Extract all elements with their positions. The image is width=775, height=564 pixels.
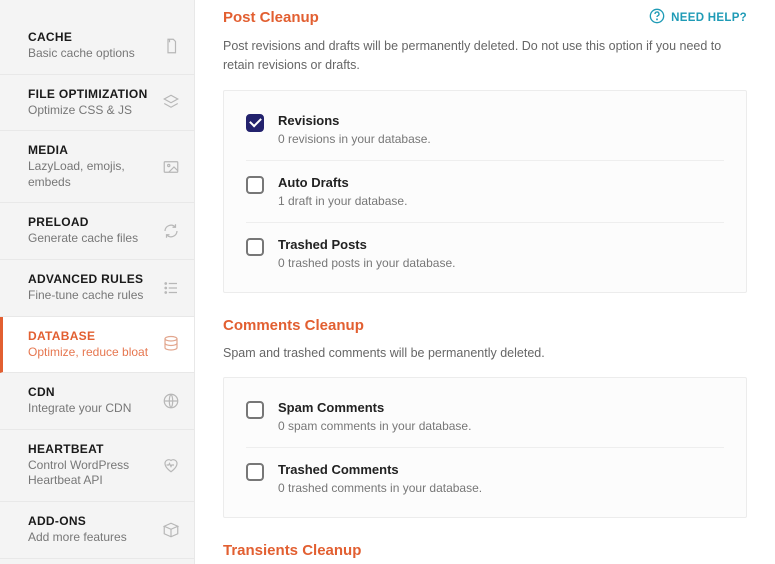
sidebar-item-sub: Control WordPress Heartbeat API xyxy=(28,458,154,489)
post-cleanup-hint: 1 draft in your database. xyxy=(278,194,724,208)
need-help-button[interactable]: NEED HELP? xyxy=(649,8,747,27)
sidebar-item-sub: LazyLoad, emojis, embeds xyxy=(28,159,154,190)
heartbeat-icon xyxy=(162,456,180,474)
sidebar: CACHE Basic cache options FILE OPTIMIZATIO… xyxy=(0,0,195,564)
comments-cleanup-row: Spam Comments 0 spam comments in your dat… xyxy=(246,386,724,448)
post-cleanup-checkbox[interactable] xyxy=(246,176,264,194)
sidebar-item-sub: Add more features xyxy=(28,530,154,546)
file-icon xyxy=(162,37,180,55)
database-icon xyxy=(162,335,180,353)
sidebar-item-sub: Generate cache files xyxy=(28,231,154,247)
sidebar-item-preload[interactable]: PRELOAD Generate cache files xyxy=(0,203,194,260)
post-cleanup-label: Auto Drafts xyxy=(278,175,724,190)
comments-cleanup-label: Trashed Comments xyxy=(278,462,724,477)
help-icon xyxy=(649,8,665,27)
post-cleanup-label: Revisions xyxy=(278,113,724,128)
sidebar-item-sub: Optimize, reduce bloat xyxy=(28,345,154,361)
comments-cleanup-label: Spam Comments xyxy=(278,400,724,415)
sidebar-item-add-ons[interactable]: ADD-ONS Add more features xyxy=(0,502,194,559)
post-cleanup-hint: 0 revisions in your database. xyxy=(278,132,724,146)
comments-cleanup-hint: 0 spam comments in your database. xyxy=(278,419,724,433)
post-cleanup-panel: Revisions 0 revisions in your database. Au… xyxy=(223,90,747,293)
comments-cleanup-desc: Spam and trashed comments will be perman… xyxy=(223,344,747,363)
comments-cleanup-title: Comments Cleanup xyxy=(223,317,747,334)
post-cleanup-checkbox[interactable] xyxy=(246,238,264,256)
post-cleanup-row: Revisions 0 revisions in your database. xyxy=(246,99,724,161)
sidebar-item-title: HEARTBEAT xyxy=(28,442,154,456)
sidebar-item-title: FILE OPTIMIZATION xyxy=(28,87,154,101)
image-icon xyxy=(162,158,180,176)
sidebar-item-sub: Basic cache options xyxy=(28,46,154,62)
sidebar-item-file-optimization[interactable]: FILE OPTIMIZATION Optimize CSS & JS xyxy=(0,75,194,132)
sidebar-item-heartbeat[interactable]: HEARTBEAT Control WordPress Heartbeat API xyxy=(0,430,194,502)
comments-cleanup-hint: 0 trashed comments in your database. xyxy=(278,481,724,495)
box-icon xyxy=(162,521,180,539)
sidebar-item-database[interactable]: DATABASE Optimize, reduce bloat xyxy=(0,317,194,374)
sidebar-item-cdn[interactable]: CDN Integrate your CDN xyxy=(0,373,194,430)
sidebar-item-media[interactable]: MEDIA LazyLoad, emojis, embeds xyxy=(0,131,194,203)
sidebar-item-title: DATABASE xyxy=(28,329,154,343)
sidebar-item-cache[interactable]: CACHE Basic cache options xyxy=(0,18,194,75)
post-cleanup-title: Post Cleanup xyxy=(223,9,319,26)
list-icon xyxy=(162,279,180,297)
main-content: Post Cleanup NEED HELP? Post revisions a… xyxy=(195,0,775,564)
sidebar-item-sub: Optimize CSS & JS xyxy=(28,103,154,119)
layers-icon xyxy=(162,93,180,111)
post-cleanup-checkbox[interactable] xyxy=(246,114,264,132)
sidebar-item-title: MEDIA xyxy=(28,143,154,157)
sidebar-item-title: ADVANCED RULES xyxy=(28,272,154,286)
sidebar-item-title: ADD-ONS xyxy=(28,514,154,528)
post-cleanup-row: Auto Drafts 1 draft in your database. xyxy=(246,161,724,223)
sidebar-item-advanced-rules[interactable]: ADVANCED RULES Fine-tune cache rules xyxy=(0,260,194,317)
post-cleanup-desc: Post revisions and drafts will be perman… xyxy=(223,37,747,76)
comments-cleanup-row: Trashed Comments 0 trashed comments in yo… xyxy=(246,448,724,509)
post-cleanup-label: Trashed Posts xyxy=(278,237,724,252)
globe-icon xyxy=(162,392,180,410)
comments-cleanup-checkbox[interactable] xyxy=(246,401,264,419)
transients-cleanup-title: Transients Cleanup xyxy=(223,542,747,559)
need-help-label: NEED HELP? xyxy=(671,12,747,24)
sidebar-item-title: PRELOAD xyxy=(28,215,154,229)
post-cleanup-hint: 0 trashed posts in your database. xyxy=(278,256,724,270)
cycle-icon xyxy=(162,222,180,240)
sidebar-item-sub: Integrate your CDN xyxy=(28,401,154,417)
sidebar-item-title: CACHE xyxy=(28,30,154,44)
sidebar-item-title: CDN xyxy=(28,385,154,399)
comments-cleanup-panel: Spam Comments 0 spam comments in your dat… xyxy=(223,377,747,518)
sidebar-item-sub: Fine-tune cache rules xyxy=(28,288,154,304)
comments-cleanup-checkbox[interactable] xyxy=(246,463,264,481)
post-cleanup-row: Trashed Posts 0 trashed posts in your dat… xyxy=(246,223,724,284)
